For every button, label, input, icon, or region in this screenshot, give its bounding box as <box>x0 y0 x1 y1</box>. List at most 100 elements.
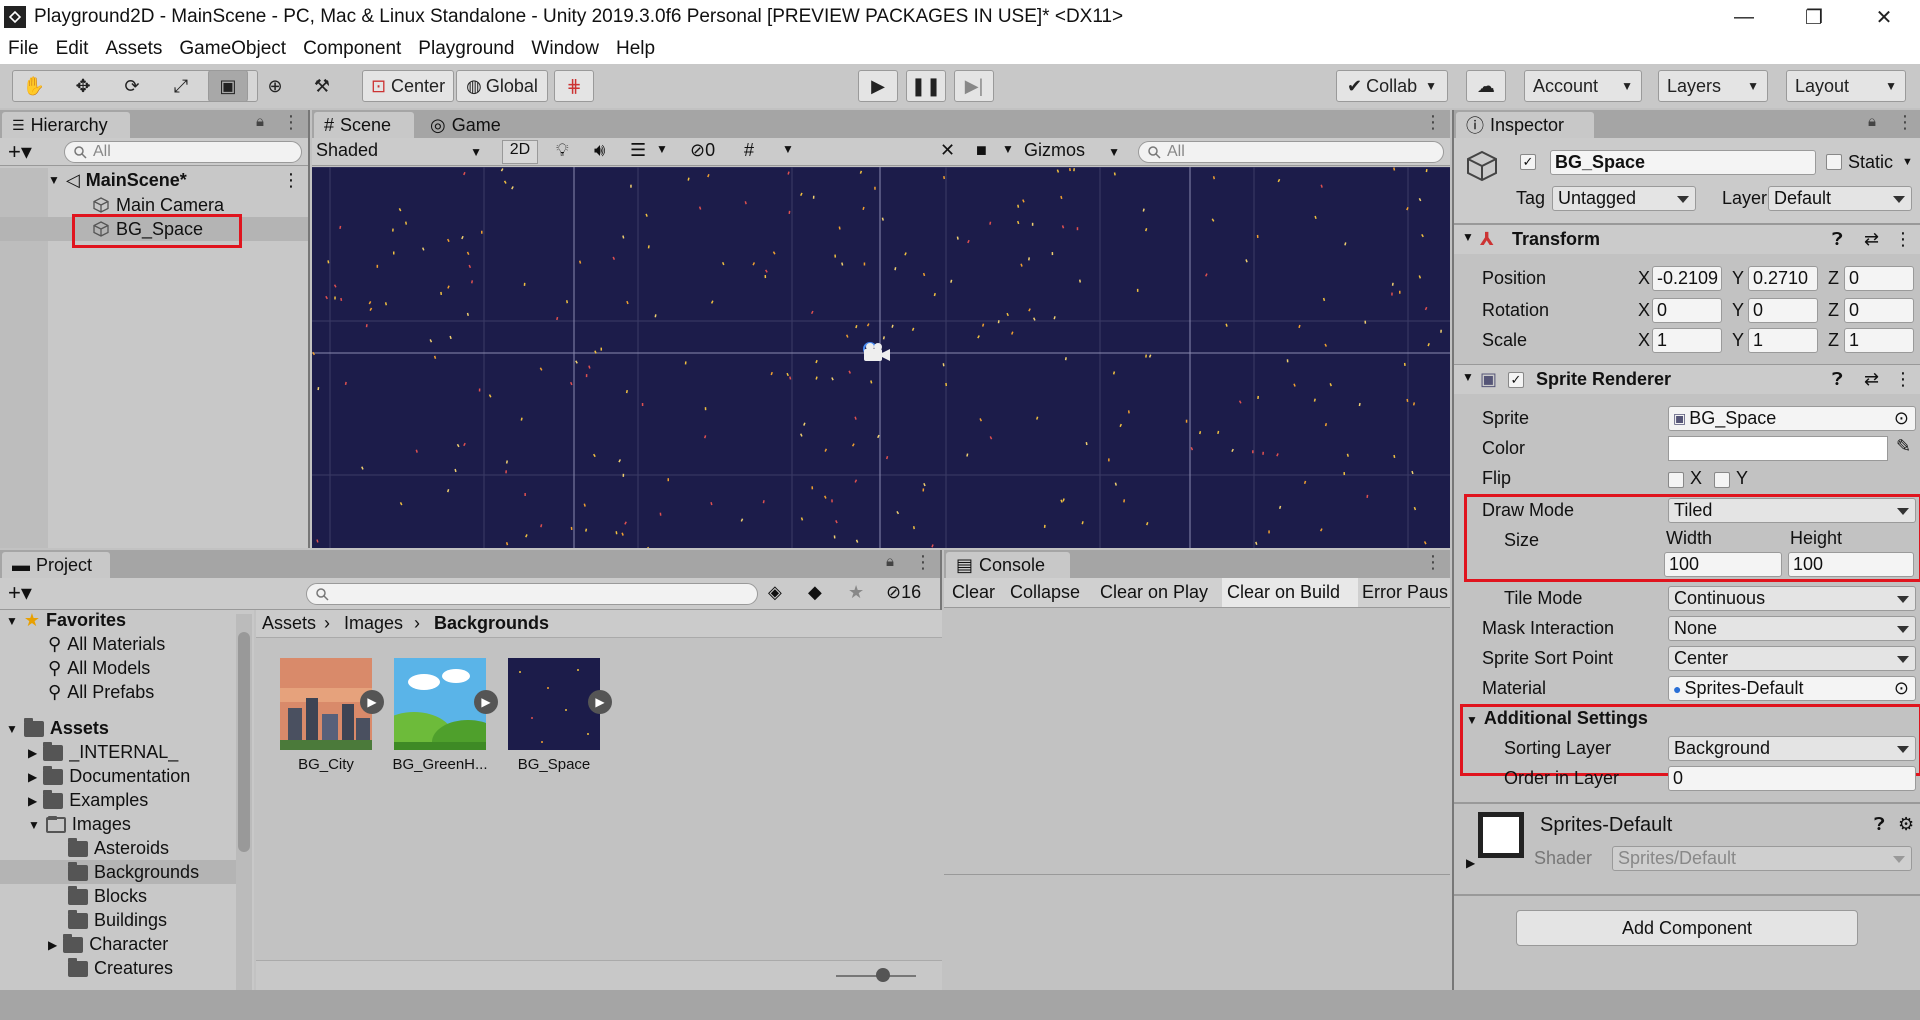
create-plus-icon[interactable]: +▾ <box>8 580 32 606</box>
sprite-sort-point-dropdown[interactable]: Center <box>1668 646 1916 671</box>
folder-creatures[interactable]: Creatures <box>68 957 173 979</box>
expand-sprite-icon[interactable]: ▶ <box>588 690 612 714</box>
sprite-renderer-header[interactable]: ▼ ▣ ✓ Sprite Renderer ❓︎ ⇄ ⋮ <box>1454 364 1920 394</box>
help-icon[interactable]: ❓︎ <box>1874 814 1885 835</box>
pivot-center-button[interactable]: ⊡ Center <box>362 70 454 102</box>
favorite-all-models[interactable]: ⚲ All Models <box>48 658 150 679</box>
console-clear-on-play-button[interactable]: Clear on Play <box>1100 582 1208 603</box>
tab-console[interactable]: ▤ Console <box>946 552 1070 578</box>
scale-z-field[interactable]: 1 <box>1844 328 1914 353</box>
panel-menu-icon[interactable]: ⋮ <box>282 112 300 133</box>
object-picker-icon[interactable]: ⊙ <box>1894 408 1909 429</box>
favorites-row[interactable]: ▼ ★ Favorites <box>6 610 126 631</box>
gizmos-dropdown[interactable]: Gizmos ▼ <box>1024 140 1124 164</box>
asset-bg-greenhills[interactable]: ▶ BG_GreenH... <box>392 658 504 778</box>
favorite-all-prefabs[interactable]: ⚲ All Prefabs <box>48 682 154 703</box>
menu-window[interactable]: Window <box>523 38 608 60</box>
menu-assets[interactable]: Assets <box>97 38 171 60</box>
console-clear-on-build-button[interactable]: Clear on Build <box>1227 582 1340 603</box>
close-button[interactable]: ✕ <box>1854 0 1914 34</box>
rotation-z-field[interactable]: 0 <box>1844 298 1914 323</box>
scrollbar-thumb[interactable] <box>238 632 250 852</box>
lock-icon[interactable]: 🔒︎ <box>256 113 264 130</box>
breadcrumb-assets[interactable]: Assets <box>262 613 316 634</box>
rect-tool-icon[interactable]: ▣ <box>208 70 248 102</box>
hierarchy-item-bg-space[interactable]: BG_Space <box>0 217 308 241</box>
tab-hierarchy[interactable]: ☰ Hierarchy <box>2 112 130 138</box>
height-field[interactable]: 100 <box>1788 552 1914 577</box>
scene-search-input[interactable]: All <box>1138 141 1444 163</box>
layout-dropdown[interactable]: Layout ▼ <box>1786 70 1906 102</box>
asset-bg-city[interactable]: ▶ BG_City <box>280 658 390 778</box>
color-swatch[interactable] <box>1668 436 1888 461</box>
rotation-x-field[interactable]: 0 <box>1652 298 1722 323</box>
console-collapse-button[interactable]: Collapse <box>1010 582 1080 603</box>
shading-mode-dropdown[interactable]: Shaded ▼ <box>316 140 490 164</box>
breadcrumb-backgrounds[interactable]: Backgrounds <box>434 613 549 634</box>
effects-dropdown-icon[interactable]: ▼ <box>656 142 668 156</box>
filter-label-icon[interactable]: ◆ <box>808 582 822 603</box>
sorting-layer-dropdown[interactable]: Background <box>1668 736 1916 761</box>
presets-icon[interactable]: ⇄ <box>1864 369 1879 390</box>
console-error-pause-button[interactable]: Error Paus <box>1362 582 1448 603</box>
menu-edit[interactable]: Edit <box>48 38 98 60</box>
collapse-arrow-icon[interactable]: ▼ <box>1462 230 1474 244</box>
scene-row[interactable]: ▼ ◁ MainScene* ⋮ <box>0 168 308 192</box>
expand-arrow-icon[interactable]: ▼ <box>48 173 60 187</box>
step-button[interactable]: ▶| <box>954 70 994 102</box>
asset-bg-space[interactable]: ▶ BG_Space <box>508 658 618 778</box>
2d-toggle-button[interactable]: 2D <box>502 140 538 164</box>
rotation-y-field[interactable]: 0 <box>1748 298 1818 323</box>
hierarchy-item-main-camera[interactable]: Main Camera <box>0 193 308 217</box>
folder-examples[interactable]: ▶ Examples <box>28 789 148 811</box>
eyedropper-icon[interactable]: ✎ <box>1896 436 1911 457</box>
sprite-field[interactable]: ▣ BG_Space ⊙ <box>1668 406 1916 431</box>
folder-images[interactable]: ▼ Images <box>28 814 131 835</box>
expand-sprite-icon[interactable]: ▶ <box>360 690 384 714</box>
folder-blocks[interactable]: Blocks <box>68 885 147 907</box>
help-icon[interactable]: ❓︎ <box>1832 369 1843 390</box>
object-name-field[interactable]: BG_Space <box>1550 150 1816 175</box>
lock-icon[interactable]: 🔒︎ <box>1868 113 1876 130</box>
additional-settings-foldout[interactable]: ▼ Additional Settings <box>1466 708 1648 729</box>
tile-mode-dropdown[interactable]: Continuous <box>1668 586 1916 611</box>
tools-icon[interactable]: ✕ <box>940 140 955 161</box>
play-button[interactable]: ▶ <box>858 70 898 102</box>
layer-dropdown[interactable]: Default <box>1768 186 1912 211</box>
scene-canvas[interactable] <box>312 167 1450 548</box>
console-clear-button[interactable]: Clear <box>952 582 995 603</box>
panel-menu-icon[interactable]: ⋮ <box>1896 112 1914 133</box>
cloud-icon[interactable]: ☁ <box>1466 70 1506 102</box>
static-dropdown-icon[interactable]: ▼ <box>1902 156 1913 168</box>
breadcrumb-images[interactable]: Images <box>344 613 403 634</box>
layers-dropdown[interactable]: Layers ▼ <box>1658 70 1768 102</box>
move-tool-icon[interactable]: ✥ <box>63 70 103 102</box>
maximize-button[interactable]: ❐ <box>1784 0 1844 34</box>
favorite-all-materials[interactable]: ⚲ All Materials <box>48 634 165 655</box>
position-x-field[interactable]: -0.2109 <box>1652 266 1722 291</box>
collab-dropdown[interactable]: ✔ Collab ▼ <box>1336 70 1448 102</box>
flip-x-checkbox[interactable] <box>1668 472 1684 488</box>
folder-internal[interactable]: ▶ _INTERNAL_ <box>28 741 178 763</box>
hand-tool-icon[interactable]: ✋ <box>14 70 54 102</box>
lighting-icon[interactable]: 💡︎ <box>556 140 569 161</box>
rotate-tool-icon[interactable]: ⟳ <box>112 70 152 102</box>
folder-buildings[interactable]: Buildings <box>68 909 167 931</box>
draw-mode-dropdown[interactable]: Tiled <box>1668 498 1916 523</box>
component-menu-icon[interactable]: ⋮ <box>1894 369 1912 390</box>
help-icon[interactable]: ❓︎ <box>1832 229 1843 250</box>
scene-viewport[interactable] <box>312 167 1450 548</box>
transform-header[interactable]: ▼ ⅄ Transform ❓︎ ⇄ ⋮ <box>1454 224 1920 254</box>
panel-menu-icon[interactable]: ⋮ <box>1424 552 1442 573</box>
width-field[interactable]: 100 <box>1664 552 1782 577</box>
tab-project[interactable]: ▬ Project <box>2 552 110 578</box>
scene-menu-icon[interactable]: ⋮ <box>282 170 300 191</box>
flip-y-checkbox[interactable] <box>1714 472 1730 488</box>
menu-help[interactable]: Help <box>608 38 664 60</box>
tree-scrollbar[interactable] <box>236 614 252 990</box>
component-menu-icon[interactable]: ⋮ <box>1894 229 1912 250</box>
menu-component[interactable]: Component <box>295 38 410 60</box>
order-in-layer-field[interactable]: 0 <box>1668 766 1916 791</box>
scale-tool-icon[interactable]: ⤢ <box>161 70 201 102</box>
transform-tool-icon[interactable]: ⊕ <box>255 70 295 102</box>
